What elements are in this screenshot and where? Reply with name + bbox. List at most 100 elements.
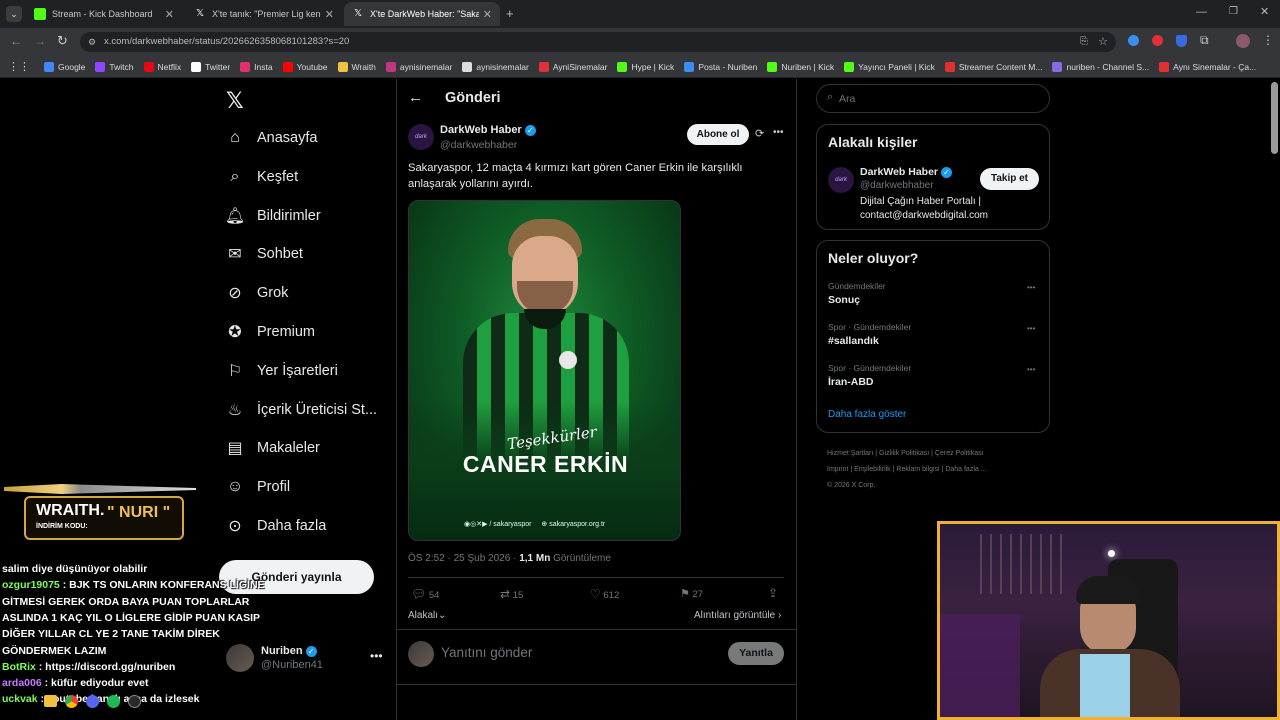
profile-avatar[interactable] xyxy=(1236,34,1250,48)
scrollbar[interactable] xyxy=(1271,82,1278,154)
footer-link[interactable]: Imprint xyxy=(827,466,848,473)
subscribe-button[interactable]: Abone ol xyxy=(687,124,749,145)
bookmark-item[interactable]: Twitch xyxy=(95,61,134,72)
bookmark-item[interactable]: Nuriben | Kick xyxy=(767,61,834,72)
browser-tab-kick-dashboard[interactable]: Stream - Kick Dashboard ✕ xyxy=(26,2,182,26)
x-logo-icon[interactable]: 𝕏 xyxy=(226,88,244,114)
like-action[interactable]: ♡ 612 xyxy=(590,587,619,601)
bookmark-star-icon[interactable]: ☆ xyxy=(1098,32,1108,52)
bookmark-item[interactable]: Wraith xyxy=(337,61,376,72)
sidebar-item-5[interactable]: ✪ Premium xyxy=(226,323,315,341)
author-avatar[interactable]: dark xyxy=(408,124,434,150)
sidebar-item-2[interactable]: 🔔︎ Bildirimler xyxy=(225,207,321,225)
follow-button[interactable]: Takip et xyxy=(980,168,1039,190)
sort-dropdown[interactable]: Alakalı⌄ xyxy=(408,610,446,621)
back-arrow-icon[interactable]: ← xyxy=(408,89,423,106)
bookmark-item[interactable]: Twitter xyxy=(191,61,230,72)
address-bar[interactable]: ⚙ x.com/darkwebhaber/status/202662635806… xyxy=(80,32,1116,52)
sidebar-item-4[interactable]: ⊘ Grok xyxy=(226,284,288,302)
author-name[interactable]: DarkWeb Haber ✓ xyxy=(440,124,536,136)
trend-more-icon[interactable]: ••• xyxy=(1027,324,1035,333)
minimize-window-icon[interactable]: — xyxy=(1196,6,1207,18)
related-avatar[interactable]: dark xyxy=(828,167,854,193)
reply-input[interactable]: Yanıtını gönder xyxy=(441,645,532,660)
footer-link[interactable]: Çerez Politikası xyxy=(935,450,984,457)
bookmark-item[interactable]: Youtube xyxy=(282,61,328,72)
install-icon[interactable]: ⎘ xyxy=(1080,32,1088,52)
repost-action[interactable]: ⇄ 15 xyxy=(500,587,523,601)
trend-name[interactable]: #sallandık xyxy=(828,335,879,347)
trend-more-icon[interactable]: ••• xyxy=(1027,365,1035,374)
webcam-person-shirt xyxy=(1080,654,1130,717)
search-box[interactable]: ⌕ Ara xyxy=(816,84,1050,113)
extension-icon[interactable] xyxy=(1128,35,1139,46)
sidebar-item-6[interactable]: ⚐ Yer İşaretleri xyxy=(226,362,338,380)
trend-name[interactable]: İran-ABD xyxy=(828,376,874,388)
discord-icon[interactable] xyxy=(86,695,99,708)
bookmark-item[interactable]: Posta - Nuriben xyxy=(684,61,757,72)
reload-icon[interactable]: ↻ xyxy=(57,33,68,49)
restore-window-icon[interactable]: ❐ xyxy=(1229,6,1238,17)
obs-icon[interactable] xyxy=(128,695,141,708)
sidebar-item-0[interactable]: ⌂ Anasayfa xyxy=(226,129,317,147)
close-tab-icon[interactable]: ✕ xyxy=(161,8,174,21)
shield-icon[interactable] xyxy=(1176,35,1187,47)
footer-link[interactable]: Daha fazla ... xyxy=(945,466,986,473)
grok-explain-icon[interactable]: ⟳ xyxy=(755,127,764,140)
browser-tab-x-tanik[interactable]: 𝕏 X'te tanık: "Premier Lig kendi y ✕ xyxy=(186,2,342,26)
browser-menu-icon[interactable]: ⋮ xyxy=(1262,33,1274,47)
footer-link[interactable]: Hizmet Şartları xyxy=(827,450,873,457)
browser-tab-darkweb[interactable]: 𝕏 X'te DarkWeb Haber: "Sakarya ✕ xyxy=(344,2,500,26)
footer-link[interactable]: Reklam bilgisi xyxy=(896,466,939,473)
bookmark-item[interactable]: Yayıncı Paneli | Kick xyxy=(844,61,935,72)
chrome-icon[interactable] xyxy=(65,695,78,708)
bookmark-item[interactable]: aynisinemalar xyxy=(462,61,529,72)
reply-action[interactable]: 💬︎ 54 xyxy=(411,587,439,601)
close-tab-icon[interactable]: ✕ xyxy=(479,8,492,21)
view-quotes-link[interactable]: Alıntıları görüntüle › xyxy=(694,610,781,621)
spotify-icon[interactable] xyxy=(107,695,120,708)
bookmark-item[interactable]: aynisinemalar xyxy=(385,61,452,72)
bookmark-action[interactable]: ⚑ 27 xyxy=(680,587,703,600)
site-info-icon[interactable]: ⚙ xyxy=(88,32,96,52)
trend-name[interactable]: Sonuç xyxy=(828,294,860,306)
bookmark-item[interactable]: Insta xyxy=(240,61,273,72)
verified-badge-icon: ✓ xyxy=(940,166,952,178)
show-more-link[interactable]: Daha fazla göster xyxy=(828,409,906,420)
sidebar-item-7[interactable]: ♨ İçerik Üreticisi St... xyxy=(226,401,377,419)
account-avatar[interactable] xyxy=(226,644,254,672)
share-icon[interactable]: ⇪ xyxy=(768,586,778,600)
bookmark-item[interactable]: Google xyxy=(44,61,85,72)
bookmark-item[interactable]: Aynı Sinemalar - Ça... xyxy=(1159,61,1256,72)
author-handle[interactable]: @darkwebhaber xyxy=(440,139,517,151)
related-name[interactable]: DarkWeb Haber ✓ xyxy=(860,166,952,178)
bookmark-item[interactable]: Hype | Kick xyxy=(617,61,674,72)
close-window-icon[interactable]: ✕ xyxy=(1260,5,1269,18)
bookmark-item[interactable]: Netflix xyxy=(143,61,181,72)
account-switcher[interactable]: Nuriben ✓ @Nuriben41 xyxy=(261,645,323,671)
sidebar-item-8[interactable]: ▤ Makaleler xyxy=(226,439,319,457)
sidebar-item-3[interactable]: ✉ Sohbet xyxy=(226,245,303,263)
footer-link[interactable]: Gizlilik Politikası xyxy=(879,450,929,457)
trend-more-icon[interactable]: ••• xyxy=(1027,283,1035,292)
extension-icon[interactable] xyxy=(1152,35,1163,46)
reply-button[interactable]: Yanıtla xyxy=(728,642,784,665)
bookmark-item[interactable]: AyniSinemalar xyxy=(538,61,607,72)
bookmark-item[interactable]: nuriben - Channel S... xyxy=(1052,61,1149,72)
tab-list-button[interactable]: ⌄ xyxy=(6,6,22,22)
sidebar-item-10[interactable]: ⊙ Daha fazla xyxy=(226,517,326,535)
post-image[interactable]: Teşekkürler CANER ERKİN ◉◎✕▶ / sakaryasp… xyxy=(408,200,681,541)
sidebar-item-1[interactable]: ⌕ Keşfet xyxy=(226,168,299,186)
account-more-icon[interactable]: ••• xyxy=(370,649,383,663)
puzzle-icon[interactable]: ⧉ xyxy=(1200,33,1209,48)
bookmark-item[interactable]: Streamer Content M... xyxy=(944,61,1042,72)
folder-icon[interactable] xyxy=(44,695,57,707)
post-more-icon[interactable]: ••• xyxy=(773,127,784,138)
back-arrow-icon[interactable]: ← xyxy=(10,34,22,48)
apps-grid-icon[interactable]: ⋮⋮ xyxy=(8,60,30,73)
new-tab-button[interactable]: + xyxy=(506,6,514,21)
footer-link[interactable]: Erişilebilirlik xyxy=(854,466,891,473)
close-tab-icon[interactable]: ✕ xyxy=(321,8,334,21)
sidebar-item-9[interactable]: ☺ Profil xyxy=(226,478,290,496)
forward-arrow-icon[interactable]: → xyxy=(34,34,46,48)
